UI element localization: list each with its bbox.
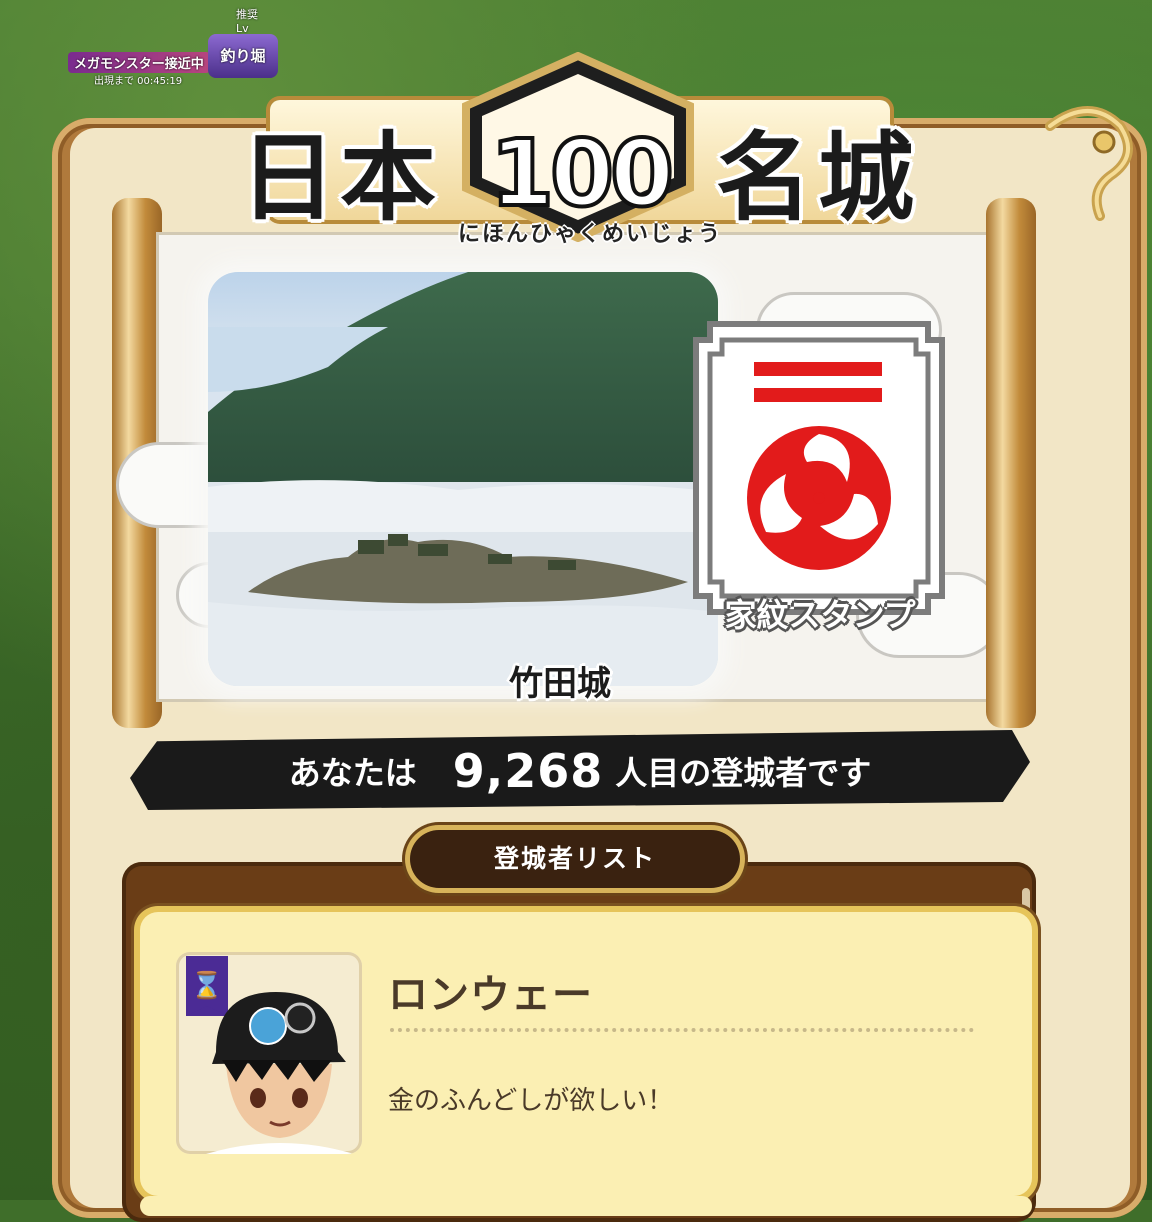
svg-text:⌛: ⌛ (191, 970, 223, 1001)
title-kanji: 日 (240, 121, 336, 234)
castle-photo (208, 272, 718, 686)
divider (390, 1028, 974, 1032)
player-name: ロンウェー (388, 972, 593, 1018)
visitor-count: 9,268 (452, 744, 604, 798)
family-crest-stamp-icon[interactable] (690, 318, 948, 618)
castle-name: 竹田城 (509, 664, 611, 704)
visitor-list-tab[interactable]: 登城者リスト (410, 830, 740, 888)
visitor-rank-prefix: あなたは (288, 754, 417, 792)
castle-landscape-image (208, 272, 718, 686)
corner-ornament-icon (1045, 106, 1133, 221)
player-avatar[interactable]: ⌛ (176, 952, 362, 1154)
player-portrait-icon: ⌛ (186, 956, 354, 1154)
title-reading: にほんひゃくめいじょう (457, 222, 722, 247)
title-banner: 日 本 100 名 城 にほんひゃくめいじょう (230, 52, 930, 250)
visitor-rank: あなたは 9,268 人目の登城者です (130, 736, 1030, 806)
title-number: 100 (488, 118, 676, 229)
mega-monster-label[interactable]: メガモンスター接近中 (68, 52, 210, 73)
title-kanji: 城 (818, 121, 914, 234)
visitor-rank-suffix: 人目の登城者です (615, 754, 872, 792)
scroll-rod-right (986, 198, 1036, 728)
event-timer: 出現まで 00:45:19 (94, 76, 183, 87)
visitor-list-item[interactable] (140, 1196, 1032, 1216)
player-comment: 金のふんどしが欲しい！ (388, 1086, 674, 1116)
family-crest-stamp-label: 家紋スタンプ (724, 596, 916, 634)
